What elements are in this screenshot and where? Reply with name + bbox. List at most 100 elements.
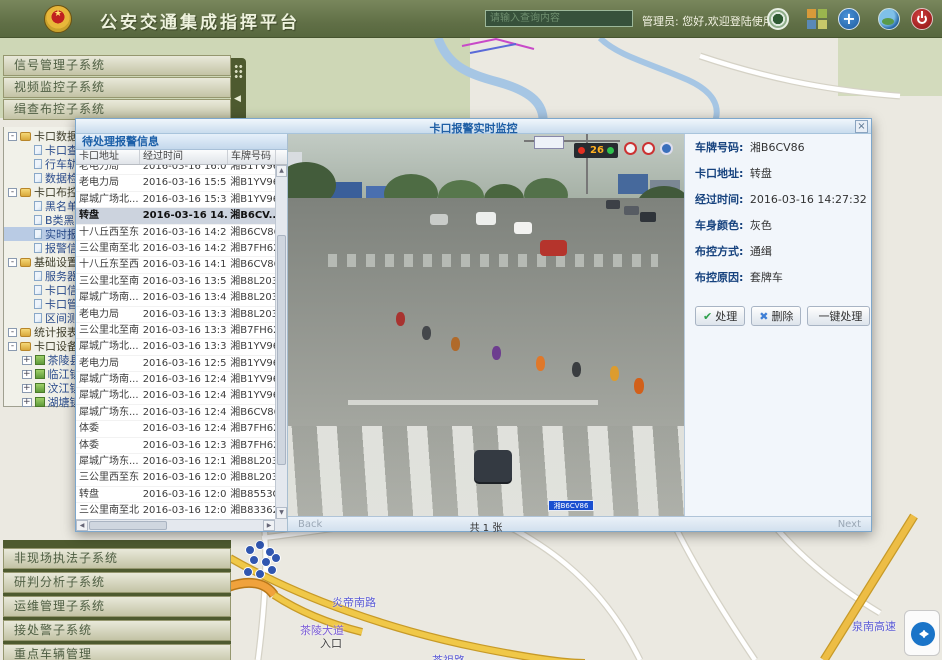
map-road-label: 泉南高速 [852, 618, 896, 634]
add-icon[interactable]: + [838, 8, 860, 30]
scroll-left-icon[interactable]: ◀ [76, 520, 88, 531]
tree-expander-icon[interactable] [8, 328, 17, 337]
alarm-row-address: 犀城广场南... [76, 290, 140, 305]
alarm-row[interactable]: 犀城广场南... 2016-03-16 13:4... 湘B8L203 [76, 290, 275, 306]
close-icon[interactable]: × [855, 120, 868, 133]
alarm-row[interactable]: 三公里南至北 2016-03-16 14:2... 湘B7FH62 [76, 241, 275, 257]
sidebar-subsystem-item[interactable]: 接处警子系统 [3, 620, 231, 641]
alarm-action-button[interactable]: 一键处理 [807, 306, 870, 326]
alarm-row[interactable]: 体委 2016-03-16 12:4... 湘B7FH62 [76, 421, 275, 437]
search-input[interactable] [485, 10, 633, 27]
alarm-row-time: 2016-03-16 12:4... [140, 421, 228, 436]
vehicle [640, 212, 656, 222]
detail-label: 车身颜色: [695, 219, 743, 232]
tree-node-icon [34, 285, 42, 295]
sidebar-subsystem-item[interactable]: 研判分析子系统 [3, 572, 231, 593]
tree-node-icon [34, 145, 42, 155]
alarm-row[interactable]: 犀城广场东... 2016-03-16 12:4... 湘B6CV86 [76, 405, 275, 421]
tree-expander-icon[interactable] [22, 356, 32, 365]
tree-expander-icon[interactable] [8, 342, 17, 351]
sidebar-subsystem-item[interactable]: 缉查布控子系统 [3, 99, 231, 120]
alarm-row-time: 2016-03-16 12:4... [140, 405, 228, 420]
alarm-row-time: 2016-03-16 12:5... [140, 356, 228, 371]
tree-expander-icon[interactable] [8, 258, 17, 267]
alarm-row-time: 2016-03-16 15:5... [140, 175, 228, 190]
sidebar-top-menu: 信号管理子系统视频监控子系统缉查布控子系统 [3, 55, 231, 121]
apps-grid-icon[interactable] [806, 8, 828, 30]
alarm-action-button[interactable]: ✔ 处理 [695, 306, 745, 326]
sidebar-subsystem-item[interactable]: 非现场执法子系统 [3, 548, 231, 569]
detail-value: 套牌车 [750, 271, 783, 284]
tree-node-icon [34, 173, 42, 183]
tree-node-icon [35, 369, 45, 379]
alarm-row[interactable]: 三公里西至东 2016-03-16 12:0... 湘B8L203 [76, 470, 275, 486]
alarm-row[interactable]: 三公里北至南 2016-03-16 13:5... 湘B8L203 [76, 274, 275, 290]
alarm-row[interactable]: 转盘 2016-03-16 14... 湘B6CV... [76, 208, 275, 224]
tree-node-icon [34, 229, 42, 239]
alarm-row[interactable]: 犀城广场南... 2016-03-16 12:4... 湘B1YV96 [76, 372, 275, 388]
alarm-row-address: 犀城广场北... [76, 388, 140, 403]
alarm-row[interactable]: 老电力局 2016-03-16 16:0... 湘B1YV96 [76, 165, 275, 175]
alarm-row[interactable]: 老电力局 2016-03-16 13:3... 湘B8L203 [76, 307, 275, 323]
alarm-row[interactable]: 犀城广场东... 2016-03-16 12:1... 湘B8L203 [76, 454, 275, 470]
alarm-row[interactable]: 犀城广场北... 2016-03-16 13:3... 湘B1YV96 [76, 339, 275, 355]
tree-expander-icon[interactable] [22, 398, 32, 407]
alarm-row[interactable]: 十八丘西至东 2016-03-16 14:2... 湘B6CV86 [76, 225, 275, 241]
alarm-action-button[interactable]: ✖ 删除 [751, 306, 801, 326]
horizontal-scrollbar[interactable]: ◀ ▶ [76, 519, 275, 531]
tree-expander-icon[interactable] [22, 370, 32, 379]
alarm-row[interactable]: 犀城广场北... 2016-03-16 15:3... 湘B1YV96 [76, 192, 275, 208]
column-header[interactable]: 经过时间 [140, 150, 228, 164]
column-header[interactable]: 卡口地址 [76, 150, 140, 164]
scrollbar-thumb[interactable] [277, 235, 286, 465]
dialog-titlebar[interactable]: 卡口报警实时监控 × [76, 119, 871, 134]
scrollbar-thumb[interactable] [89, 521, 167, 530]
alarm-row[interactable]: 三公里南至北 2016-03-16 12:0... 湘B83362 [76, 503, 275, 519]
detail-value: 通缉 [750, 245, 772, 258]
detail-row: 经过时间: 2016-03-16 14:27:32 [685, 186, 871, 212]
camera-feed[interactable]: 26 湘B6CV86 [288, 134, 686, 518]
alarm-row-plate: 湘B8L203 [227, 307, 275, 322]
alarm-row[interactable]: 老电力局 2016-03-16 15:5... 湘B1YV96 [76, 175, 275, 191]
guide-sign [534, 136, 564, 149]
map-road-label: 炎帝南路 [332, 594, 376, 610]
scroll-up-icon[interactable]: ▲ [276, 165, 287, 177]
tree-expander-icon[interactable] [8, 132, 17, 141]
earth-icon[interactable] [878, 8, 900, 30]
detail-row: 车身颜色: 灰色 [685, 212, 871, 238]
tree-node-icon [20, 258, 31, 267]
alarm-row-time: 2016-03-16 13:3... [140, 339, 228, 354]
alarm-row-plate: 湘B6CV... [227, 208, 275, 223]
alarm-row[interactable]: 转盘 2016-03-16 12:0... 湘B8553G [76, 487, 275, 503]
tree-node-icon [20, 132, 31, 141]
column-header[interactable]: 车牌号码 [228, 150, 276, 164]
alarm-row[interactable]: 老电力局 2016-03-16 12:5... 湘B1YV96 [76, 356, 275, 372]
tree-expander-icon[interactable] [8, 188, 17, 197]
scroll-down-icon[interactable]: ▼ [276, 507, 287, 519]
rider [451, 337, 460, 351]
alarm-table-body: 老电力局 2016-03-16 16:0... 湘B1YV96 老电力局 201… [76, 165, 275, 519]
alarm-row[interactable]: 体委 2016-03-16 12:3... 湘B7FH62 [76, 438, 275, 454]
alarm-row[interactable]: 犀城广场北... 2016-03-16 12:4... 湘B1YV96 [76, 388, 275, 404]
sidebar-subsystem-item[interactable]: 重点车辆管理 [3, 644, 231, 660]
vertical-scrollbar[interactable]: ▲ ▼ [275, 165, 287, 519]
alarm-row-time: 2016-03-16 13:4... [140, 290, 228, 305]
sidebar-subsystem-item[interactable]: 视频监控子系统 [3, 77, 231, 98]
sidebar-subsystem-item[interactable]: 运维管理子系统 [3, 596, 231, 617]
alarm-row[interactable]: 三公里北至南 2016-03-16 13:3... 湘B7FH62 [76, 323, 275, 339]
eco-globe-icon[interactable] [767, 8, 789, 30]
pager-next-button[interactable]: Next [838, 519, 861, 530]
power-logout-icon[interactable] [911, 8, 933, 30]
alarm-row-plate: 湘B7FH62 [227, 421, 275, 436]
sidebar-subsystem-item[interactable]: 信号管理子系统 [3, 55, 231, 76]
alarm-table-header: 卡口地址经过时间车牌号码 [76, 150, 287, 165]
alarm-row-time: 2016-03-16 13:3... [140, 323, 228, 338]
tree-expander-icon[interactable] [22, 384, 32, 393]
drag-dots-icon [234, 64, 243, 78]
alarm-row[interactable]: 十八丘东至西 2016-03-16 14:1... 湘B6CV86 [76, 257, 275, 273]
alarm-row-plate: 湘B1YV96 [227, 175, 275, 190]
alarm-row-time: 2016-03-16 12:3... [140, 438, 228, 453]
alarm-row-address: 老电力局 [76, 307, 140, 322]
scroll-right-icon[interactable]: ▶ [263, 520, 275, 531]
remote-tool-icon[interactable] [904, 610, 940, 656]
